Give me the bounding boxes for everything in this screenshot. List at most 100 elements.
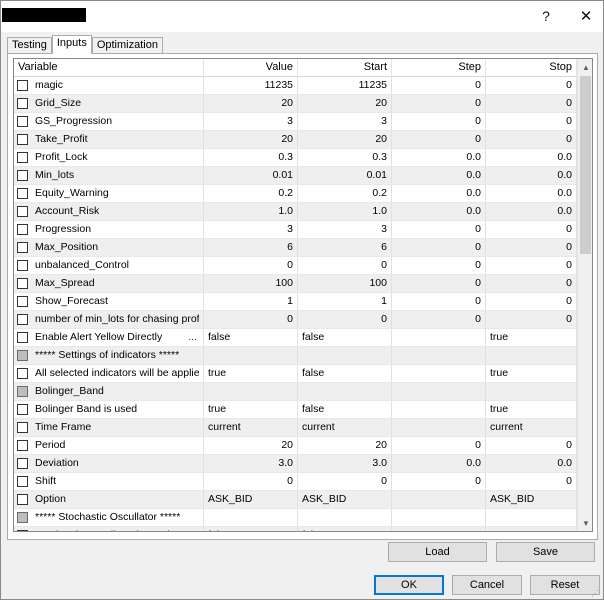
cell-step[interactable]: 0: [392, 257, 486, 274]
cell-value[interactable]: 20: [204, 131, 298, 148]
cell-value[interactable]: 0.3: [204, 149, 298, 166]
cell-value[interactable]: ASK_BID: [204, 491, 298, 508]
cell-value[interactable]: 0: [204, 257, 298, 274]
table-row[interactable]: Time Frame current current current: [14, 419, 577, 437]
cell-start[interactable]: 0: [298, 311, 392, 328]
cell-value[interactable]: 0.01: [204, 167, 298, 184]
optimize-checkbox[interactable]: [17, 80, 28, 91]
table-row[interactable]: Take_Profit 20 20 0 0: [14, 131, 577, 149]
optimize-checkbox[interactable]: [17, 296, 28, 307]
cell-stop[interactable]: true: [486, 401, 577, 418]
cell-start[interactable]: 0.2: [298, 185, 392, 202]
cell-value[interactable]: 100: [204, 275, 298, 292]
table-row[interactable]: Option ASK_BID ASK_BID ASK_BID: [14, 491, 577, 509]
cell-step[interactable]: 0: [392, 239, 486, 256]
cell-start[interactable]: 20: [298, 437, 392, 454]
optimize-checkbox[interactable]: [17, 260, 28, 271]
optimize-checkbox[interactable]: [17, 530, 28, 531]
cell-step[interactable]: 0.0: [392, 455, 486, 472]
optimize-checkbox[interactable]: [17, 368, 28, 379]
cell-stop[interactable]: 0: [486, 311, 577, 328]
cell-step[interactable]: 0: [392, 131, 486, 148]
cell-value[interactable]: true: [204, 365, 298, 382]
optimize-checkbox[interactable]: [17, 134, 28, 145]
cell-value[interactable]: 6: [204, 239, 298, 256]
table-row[interactable]: Show_Forecast 1 1 0 0: [14, 293, 577, 311]
ellipsis-icon[interactable]: ...: [188, 329, 199, 346]
optimize-checkbox[interactable]: [17, 332, 28, 343]
cell-start[interactable]: 0.01: [298, 167, 392, 184]
cell-stop[interactable]: 0.0: [486, 167, 577, 184]
cell-step[interactable]: [392, 419, 486, 436]
cell-step[interactable]: 0: [392, 221, 486, 238]
optimize-checkbox[interactable]: [17, 386, 28, 397]
cell-start[interactable]: ASK_BID: [298, 491, 392, 508]
optimize-checkbox[interactable]: [17, 512, 28, 523]
load-button[interactable]: Load: [388, 542, 487, 562]
scroll-thumb[interactable]: [580, 76, 591, 254]
cell-value[interactable]: 20: [204, 95, 298, 112]
table-row[interactable]: Equity_Warning 0.2 0.2 0.0 0.0: [14, 185, 577, 203]
cell-value[interactable]: 0: [204, 473, 298, 490]
cell-start[interactable]: false: [298, 401, 392, 418]
optimize-checkbox[interactable]: [17, 152, 28, 163]
cell-stop[interactable]: 0: [486, 131, 577, 148]
optimize-checkbox[interactable]: [17, 494, 28, 505]
cell-start[interactable]: 3: [298, 221, 392, 238]
table-row[interactable]: Account_Risk 1.0 1.0 0.0 0.0: [14, 203, 577, 221]
cell-step[interactable]: 0.0: [392, 203, 486, 220]
optimize-checkbox[interactable]: [17, 242, 28, 253]
cell-start[interactable]: 100: [298, 275, 392, 292]
cell-stop[interactable]: 0: [486, 77, 577, 94]
optimize-checkbox[interactable]: [17, 350, 28, 361]
cell-stop[interactable]: ASK_BID: [486, 491, 577, 508]
table-row[interactable]: Stochastic Oscullator is used falsefalse t…: [14, 527, 577, 531]
cell-stop[interactable]: 0: [486, 257, 577, 274]
table-row[interactable]: All selected indicators will be applie..…: [14, 365, 577, 383]
cell-value[interactable]: 3: [204, 113, 298, 130]
column-header-variable[interactable]: Variable: [14, 59, 204, 77]
cell-start[interactable]: 20: [298, 131, 392, 148]
ok-button[interactable]: OK: [374, 575, 444, 595]
cell-value[interactable]: 1: [204, 293, 298, 310]
cell-value[interactable]: 11235: [204, 77, 298, 94]
cell-step[interactable]: 0: [392, 275, 486, 292]
reset-button[interactable]: Reset: [530, 575, 600, 595]
help-button[interactable]: ?: [533, 5, 559, 27]
optimize-checkbox[interactable]: [17, 206, 28, 217]
tab-inputs[interactable]: Inputs: [51, 35, 92, 54]
table-row[interactable]: Max_Spread 100 100 0 0: [14, 275, 577, 293]
cell-value[interactable]: false: [204, 527, 298, 531]
table-row[interactable]: Min_lots 0.01 0.01 0.0 0.0: [14, 167, 577, 185]
optimize-checkbox[interactable]: [17, 314, 28, 325]
cell-value[interactable]: 0.2: [204, 185, 298, 202]
column-header-step[interactable]: Step: [392, 59, 486, 77]
table-row[interactable]: Deviation 3.0 3.0 0.0 0.0: [14, 455, 577, 473]
optimize-checkbox[interactable]: [17, 278, 28, 289]
table-row[interactable]: ***** Stochastic Oscullator *****: [14, 509, 577, 527]
cell-stop[interactable]: true: [486, 527, 577, 531]
cell-stop[interactable]: true: [486, 365, 577, 382]
cell-start[interactable]: false: [298, 527, 392, 531]
cell-start[interactable]: false: [298, 329, 392, 346]
close-button[interactable]: ✕: [573, 5, 599, 27]
cell-step[interactable]: [392, 365, 486, 382]
cell-stop[interactable]: 0.0: [486, 455, 577, 472]
cell-step[interactable]: [392, 329, 486, 346]
table-row[interactable]: magic 11235 11235 0 0: [14, 77, 577, 95]
optimize-checkbox[interactable]: [17, 458, 28, 469]
cell-value[interactable]: 3: [204, 221, 298, 238]
table-row[interactable]: Progression 3 3 0 0: [14, 221, 577, 239]
table-row[interactable]: unbalanced_Control 0 0 0 0: [14, 257, 577, 275]
cell-stop[interactable]: true: [486, 329, 577, 346]
cell-step[interactable]: 0.0: [392, 167, 486, 184]
cell-stop[interactable]: 0: [486, 293, 577, 310]
resize-grip-icon[interactable]: ⋰: [591, 589, 601, 599]
vertical-scrollbar[interactable]: ▲ ▼: [577, 59, 592, 531]
cell-stop[interactable]: 0: [486, 95, 577, 112]
cell-stop[interactable]: 0: [486, 221, 577, 238]
cell-stop[interactable]: 0: [486, 473, 577, 490]
cell-value[interactable]: current: [204, 419, 298, 436]
cell-stop[interactable]: 0: [486, 113, 577, 130]
cell-value[interactable]: 1.0: [204, 203, 298, 220]
